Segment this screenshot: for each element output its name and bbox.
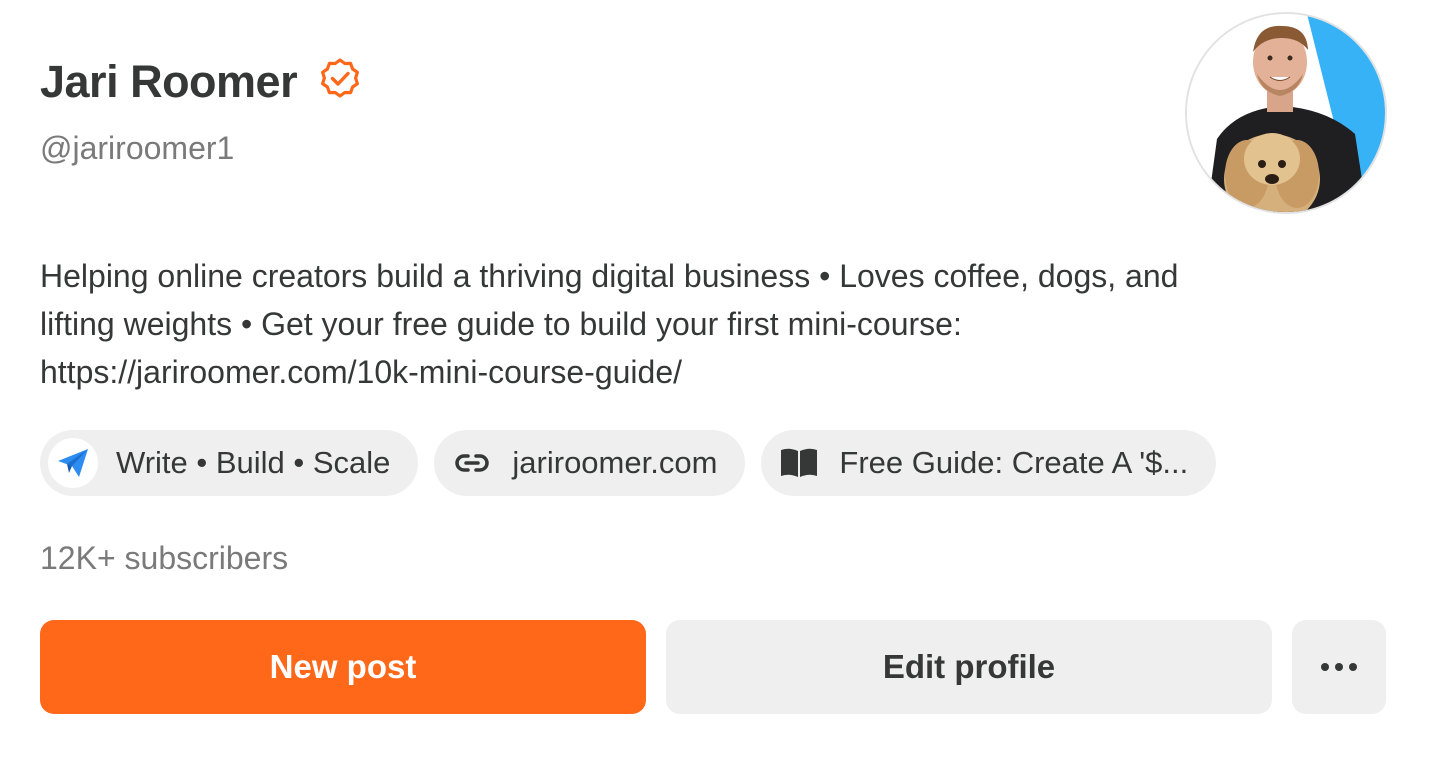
link-chip-guide[interactable]: Free Guide: Create A '$...	[761, 430, 1217, 496]
link-chip-label: Write • Build • Scale	[116, 445, 391, 480]
profile-handle: @jariroomer1	[40, 130, 235, 166]
profile-bio: Helping online creators build a thriving…	[40, 252, 1400, 396]
link-chip-label: Free Guide: Create A '$...	[839, 445, 1189, 480]
profile-actions: New post Edit profile	[40, 620, 1386, 714]
bio-line: Helping online creators build a thriving…	[40, 258, 1179, 294]
link-chip-label: jariroomer.com	[512, 445, 718, 480]
edit-profile-button[interactable]: Edit profile	[666, 620, 1272, 714]
more-options-button[interactable]	[1292, 620, 1386, 714]
profile-name: Jari Roomer	[40, 56, 298, 107]
profile-links: Write • Build • Scale jariroomer.com Fre…	[40, 430, 1217, 496]
link-chip-website[interactable]: jariroomer.com	[434, 430, 746, 496]
ellipsis-icon	[1321, 663, 1357, 671]
book-icon	[779, 443, 819, 483]
avatar[interactable]	[1187, 14, 1385, 212]
paper-plane-icon	[48, 438, 98, 488]
subscriber-count: 12K+ subscribers	[40, 540, 289, 576]
profile-header: Jari Roomer @jariroomer1 Helping online …	[0, 0, 1456, 766]
verified-badge-icon	[317, 55, 363, 101]
link-chip-publication[interactable]: Write • Build • Scale	[40, 430, 419, 496]
bio-link[interactable]: https://jariroomer.com/10k-mini-course-g…	[40, 348, 1400, 396]
name-row: Jari Roomer	[40, 56, 363, 108]
profile-photo	[1187, 14, 1385, 212]
bio-line: lifting weights • Get your free guide to…	[40, 306, 962, 342]
new-post-button[interactable]: New post	[40, 620, 646, 714]
link-icon	[452, 443, 492, 483]
